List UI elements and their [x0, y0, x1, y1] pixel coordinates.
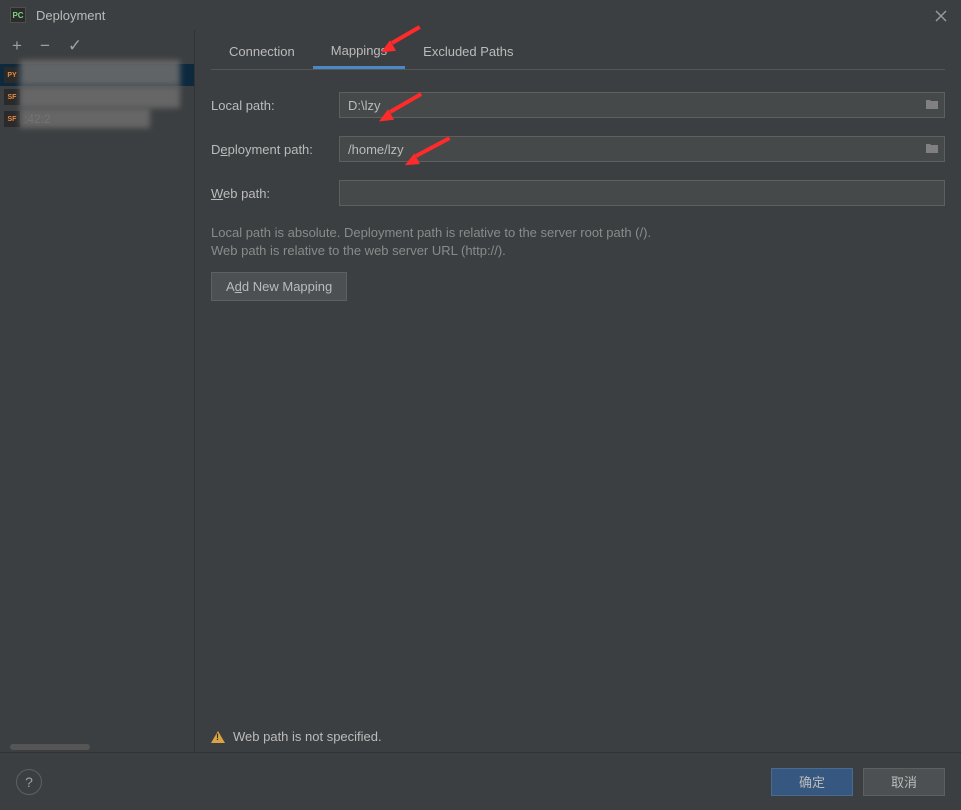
close-button[interactable]: [929, 4, 953, 28]
add-new-mapping-button[interactable]: Add New Mapping: [211, 272, 347, 301]
folder-icon[interactable]: [925, 98, 939, 113]
server-sidebar: + − ✓ PY SF SF :42:2: [0, 30, 195, 752]
tab-mappings[interactable]: Mappings: [313, 33, 405, 69]
window-title: Deployment: [36, 8, 105, 23]
python-icon: PY: [4, 67, 20, 83]
sidebar-toolbar: + − ✓: [0, 30, 194, 60]
web-path-label: Web path:: [211, 186, 339, 201]
title-bar: PC Deployment: [0, 0, 961, 30]
deployment-path-label: Deployment path:: [211, 142, 339, 157]
scrollbar[interactable]: [10, 744, 90, 750]
warning-text: Web path is not specified.: [233, 729, 382, 744]
deployment-path-input[interactable]: [339, 136, 945, 162]
folder-icon[interactable]: [925, 142, 939, 157]
content-area: Connection Mappings Excluded Paths Local…: [195, 30, 961, 752]
server-list: PY SF SF :42:2: [0, 60, 194, 752]
help-text: Local path is absolute. Deployment path …: [211, 224, 945, 260]
tab-connection[interactable]: Connection: [211, 34, 313, 69]
local-path-input[interactable]: [339, 92, 945, 118]
warning-icon: [211, 731, 225, 743]
help-button[interactable]: ?: [16, 769, 42, 795]
ok-button[interactable]: 确定: [771, 768, 853, 796]
web-path-input[interactable]: [339, 180, 945, 206]
warning-bar: Web path is not specified.: [211, 717, 945, 752]
dialog-footer: ? 确定 取消: [0, 752, 961, 810]
sftp-icon: SF: [4, 89, 20, 105]
mappings-form: Local path: Deployment path:: [211, 70, 945, 301]
tabs: Connection Mappings Excluded Paths: [211, 30, 945, 70]
cancel-button[interactable]: 取消: [863, 768, 945, 796]
remove-server-button[interactable]: −: [40, 37, 50, 54]
close-icon: [935, 10, 947, 22]
tab-excluded-paths[interactable]: Excluded Paths: [405, 34, 531, 69]
sftp-icon: SF: [4, 111, 20, 127]
apply-button[interactable]: ✓: [68, 37, 82, 54]
local-path-label: Local path:: [211, 98, 339, 113]
app-icon: PC: [10, 7, 26, 23]
add-server-button[interactable]: +: [12, 37, 22, 54]
